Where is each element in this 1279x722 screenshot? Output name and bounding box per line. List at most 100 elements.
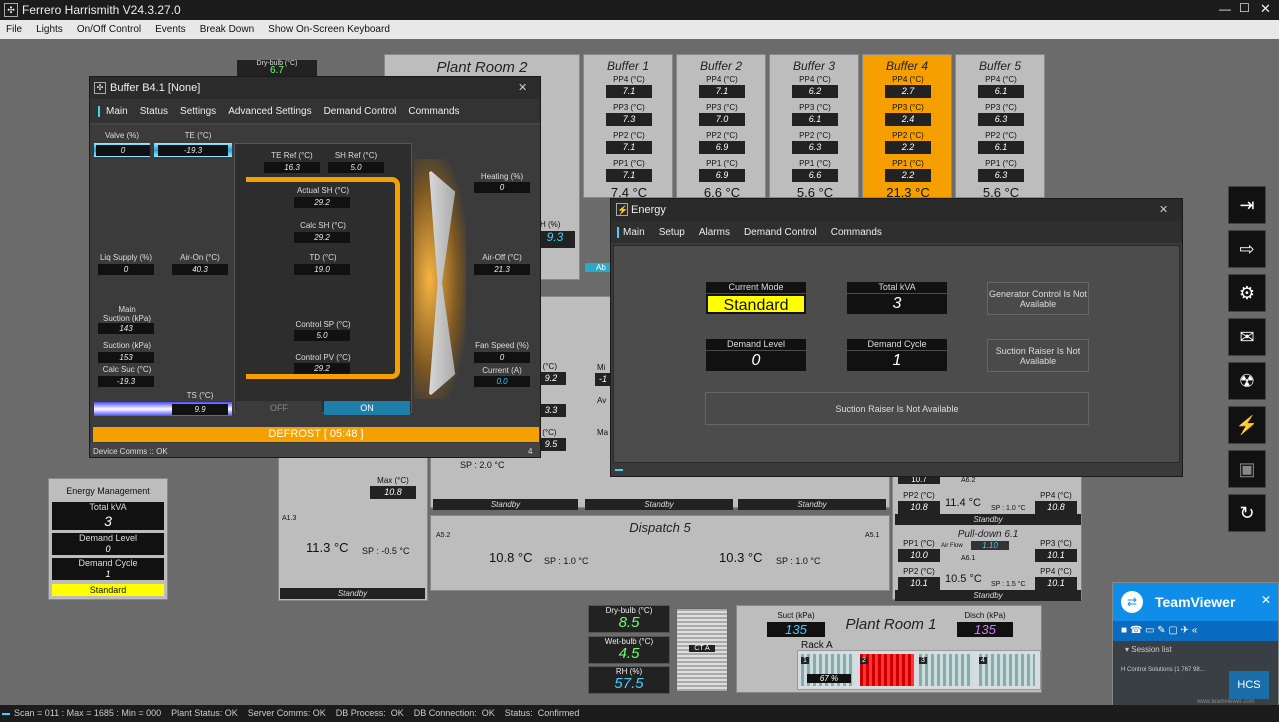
menu-lights[interactable]: Lights [36,24,63,35]
buffers-row: Buffer 1 PP4 (°C) 7.1 PP3 (°C) 7.3 PP2 (°C) 7.… [583,54,1048,200]
energy-management-widget[interactable]: Energy Management Total kVA 3 Demand Lev… [48,478,168,600]
buffer-window-titlebar: ✣ Buffer B4.1 [None] ✕ [90,77,540,99]
control-pv-value: 29.2 [294,363,350,374]
buffer-pp1-value: 6.3 [978,169,1024,182]
save-icon[interactable]: ▣ [1228,450,1266,488]
a13-tag: A1.3 [282,515,297,522]
buffer-pp2-value: 6.3 [792,141,838,154]
buffer-pp3-value: 6.1 [792,113,838,126]
compressor-3[interactable]: 3 [919,654,973,686]
rh-value-bottom: 57.5 [614,675,644,692]
mail-icon[interactable]: ✉ [1228,318,1266,356]
compressor-2[interactable]: 2 [860,654,914,686]
defrost-banner: DEFROST [ 05:48 ] [93,427,539,442]
energy-tab-commands[interactable]: Commands [831,227,882,238]
actual-sh-value: 29.2 [294,197,350,208]
a51-tag: A5.1 [865,532,880,539]
buffer-2-panel[interactable]: Buffer 2 PP4 (°C) 7.1 PP3 (°C) 7.0 PP2 (°C) 6.… [676,54,766,200]
teamviewer-close-icon[interactable]: ✕ [1261,593,1271,607]
energy-tab-demand-control[interactable]: Demand Control [744,227,817,238]
suction-raiser-button[interactable]: Suction Raiser Is Not Available [987,339,1089,372]
buffer-pp4-value: 2.7 [885,85,931,98]
tab-commands[interactable]: Commands [408,106,459,117]
session-list-header[interactable]: ▾ Session list [1113,641,1278,659]
tab-settings[interactable]: Settings [180,106,216,117]
compressor-1-pct: 67 % [807,674,851,683]
maximize-button[interactable]: ☐ [1239,1,1250,15]
teamviewer-toolbar: ■ ☎ ▭ ✎ ▢ ✈ « [1113,621,1278,641]
buffer-pp1-value: 6.6 [792,169,838,182]
menu-onscreen-keyboard[interactable]: Show On-Screen Keyboard [268,24,390,35]
generator-control-button[interactable]: Generator Control Is Not Available [987,282,1089,315]
on-button[interactable]: ON [324,401,410,415]
minimize-button[interactable]: — [1219,2,1231,16]
behind-values: n (°C) 9.2 3.3 x (°C) 9.5 [536,362,586,452]
tab-advanced-settings[interactable]: Advanced Settings [228,106,311,117]
menu-events[interactable]: Events [155,24,186,35]
pd-pp4: 10.1 [1035,577,1077,590]
a61-tag: A6.1 [961,555,976,562]
cooling-tower[interactable]: CT A [676,608,728,692]
drybulb-top-value: 6.7 [270,65,284,76]
menu-break-down[interactable]: Break Down [200,24,254,35]
device-comms-num: 4 [528,447,533,456]
fan-speed-value: 0 [474,352,530,363]
td-value: 19.0 [294,264,350,275]
pd-row1-pp2: 10.8 [898,501,940,514]
energy-window-close-button[interactable]: ✕ [1159,199,1168,221]
pulldown-title: Pull-down 6.1 [957,529,1019,540]
buffer-3-panel[interactable]: Buffer 3 PP4 (°C) 6.2 PP3 (°C) 6.1 PP2 (°C) 6.… [769,54,859,200]
tab-demand-control[interactable]: Demand Control [324,106,397,117]
max-value: 10.8 [370,486,416,499]
buffer-title: Buffer 5 [978,59,1022,73]
total-kva-value: 3 [847,294,947,314]
max-label: Max (°C) [377,476,409,485]
hcs-logo: HCS [1229,671,1269,699]
em-demand-level: 0 [52,544,164,555]
lightning-icon[interactable]: ⚡ [1228,406,1266,444]
airflow-value: 1.10 [971,541,1009,550]
liq-supply-value: 0 [98,264,154,275]
energy-tab-alarms[interactable]: Alarms [699,227,730,238]
buffer-pp3-value: 7.0 [699,113,745,126]
buffer-title: Buffer 2 [699,59,743,73]
compressor-1[interactable]: 1 67 % [801,654,855,686]
energy-tab-setup[interactable]: Setup [659,227,685,238]
teamviewer-panel[interactable]: ⇄ TeamViewer ✕ ■ ☎ ▭ ✎ ▢ ✈ « ▾ Session l… [1112,582,1279,706]
buffer-5-panel[interactable]: Buffer 5 PP4 (°C) 6.1 PP3 (°C) 6.3 PP2 (°C) 6.… [955,54,1045,200]
buffer-pp2-value: 7.1 [606,141,652,154]
energy-tab-main[interactable]: Main [617,226,645,238]
drybulb-value: 8.5 [618,614,640,631]
plant-room-1-panel[interactable]: Suct (kPa) 135 Plant Room 1 Disch (kPa) … [736,605,1042,693]
close-button[interactable]: ✕ [1260,1,1271,17]
buffer-pp3-value: 6.3 [978,113,1024,126]
buffer-window[interactable]: ✣ Buffer B4.1 [None] ✕ Main Status Setti… [89,76,541,458]
buffer-pp2-value: 2.2 [885,141,931,154]
rh-value: 9.3 [535,231,575,248]
wetbulb-bottom: Wet-bulb (°C) 4.5 [588,636,670,664]
menu-onoff-control[interactable]: On/Off Control [77,24,141,35]
status-bar: Scan = 011 : Max = 1685 : Min = 000 Plan… [0,705,1279,722]
login-icon[interactable]: ⇥ [1228,186,1266,224]
logout-icon[interactable]: ⇨ [1228,230,1266,268]
sh-ref-value: 5.0 [328,162,384,173]
refresh-icon[interactable]: ↻ [1228,494,1266,532]
rh-bottom: RH (%) 57.5 [588,666,670,694]
tab-status[interactable]: Status [140,106,168,117]
fan-hazard-icon[interactable]: ☢ [1228,362,1266,400]
buffer-1-panel[interactable]: Buffer 1 PP4 (°C) 7.1 PP3 (°C) 7.3 PP2 (°C) 7.… [583,54,673,200]
compressor-4[interactable]: 4 [979,654,1035,686]
energy-window[interactable]: ⚡ Energy ✕ Main Setup Alarms Demand Cont… [610,198,1183,477]
energy-management-title: Energy Management [66,486,150,496]
tab-main[interactable]: Main [98,105,128,117]
buffer-4-panel[interactable]: Buffer 4 PP4 (°C) 2.7 PP3 (°C) 2.4 PP2 (°C) 2.… [862,54,952,200]
buffer-window-close-button[interactable]: ✕ [518,77,527,99]
user-settings-icon[interactable]: ⚙ [1228,274,1266,312]
air-on-value: 40.3 [172,264,228,275]
off-button[interactable]: OFF [236,401,322,415]
calc-suc-value: -19.3 [98,376,154,387]
standby-a13: Standby [280,588,425,599]
menu-file[interactable]: File [6,24,22,35]
valve-value: 0 [96,145,150,156]
buffer-pp1-value: 2.2 [885,169,931,182]
